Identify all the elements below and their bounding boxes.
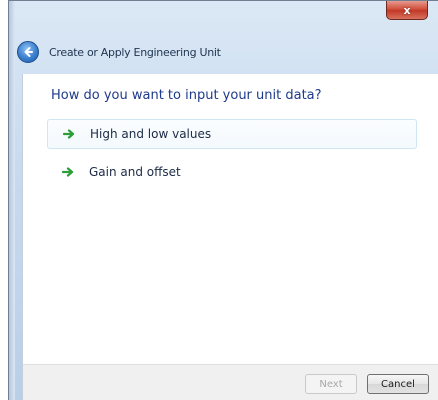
option-label: High and low values: [90, 127, 212, 141]
green-arrow-icon: [61, 165, 75, 179]
cancel-button[interactable]: Cancel: [367, 374, 429, 394]
close-icon: x: [403, 3, 411, 17]
back-arrow-icon: [24, 47, 33, 57]
option-gain-and-offset[interactable]: Gain and offset: [47, 157, 417, 187]
wizard-title: Create or Apply Engineering Unit: [49, 45, 221, 59]
option-high-and-low-values[interactable]: High and low values: [47, 119, 417, 149]
next-button[interactable]: Next: [305, 374, 357, 394]
wizard-nav-bar: Create or Apply Engineering Unit: [17, 39, 438, 65]
green-arrow-icon: [62, 127, 76, 141]
back-button[interactable]: [17, 41, 39, 63]
wizard-content: How do you want to input your unit data?…: [22, 74, 438, 364]
close-button[interactable]: x: [386, 1, 428, 20]
wizard-footer: Next Cancel: [22, 364, 438, 400]
question-heading: How do you want to input your unit data?: [51, 88, 322, 103]
option-label: Gain and offset: [89, 165, 181, 179]
